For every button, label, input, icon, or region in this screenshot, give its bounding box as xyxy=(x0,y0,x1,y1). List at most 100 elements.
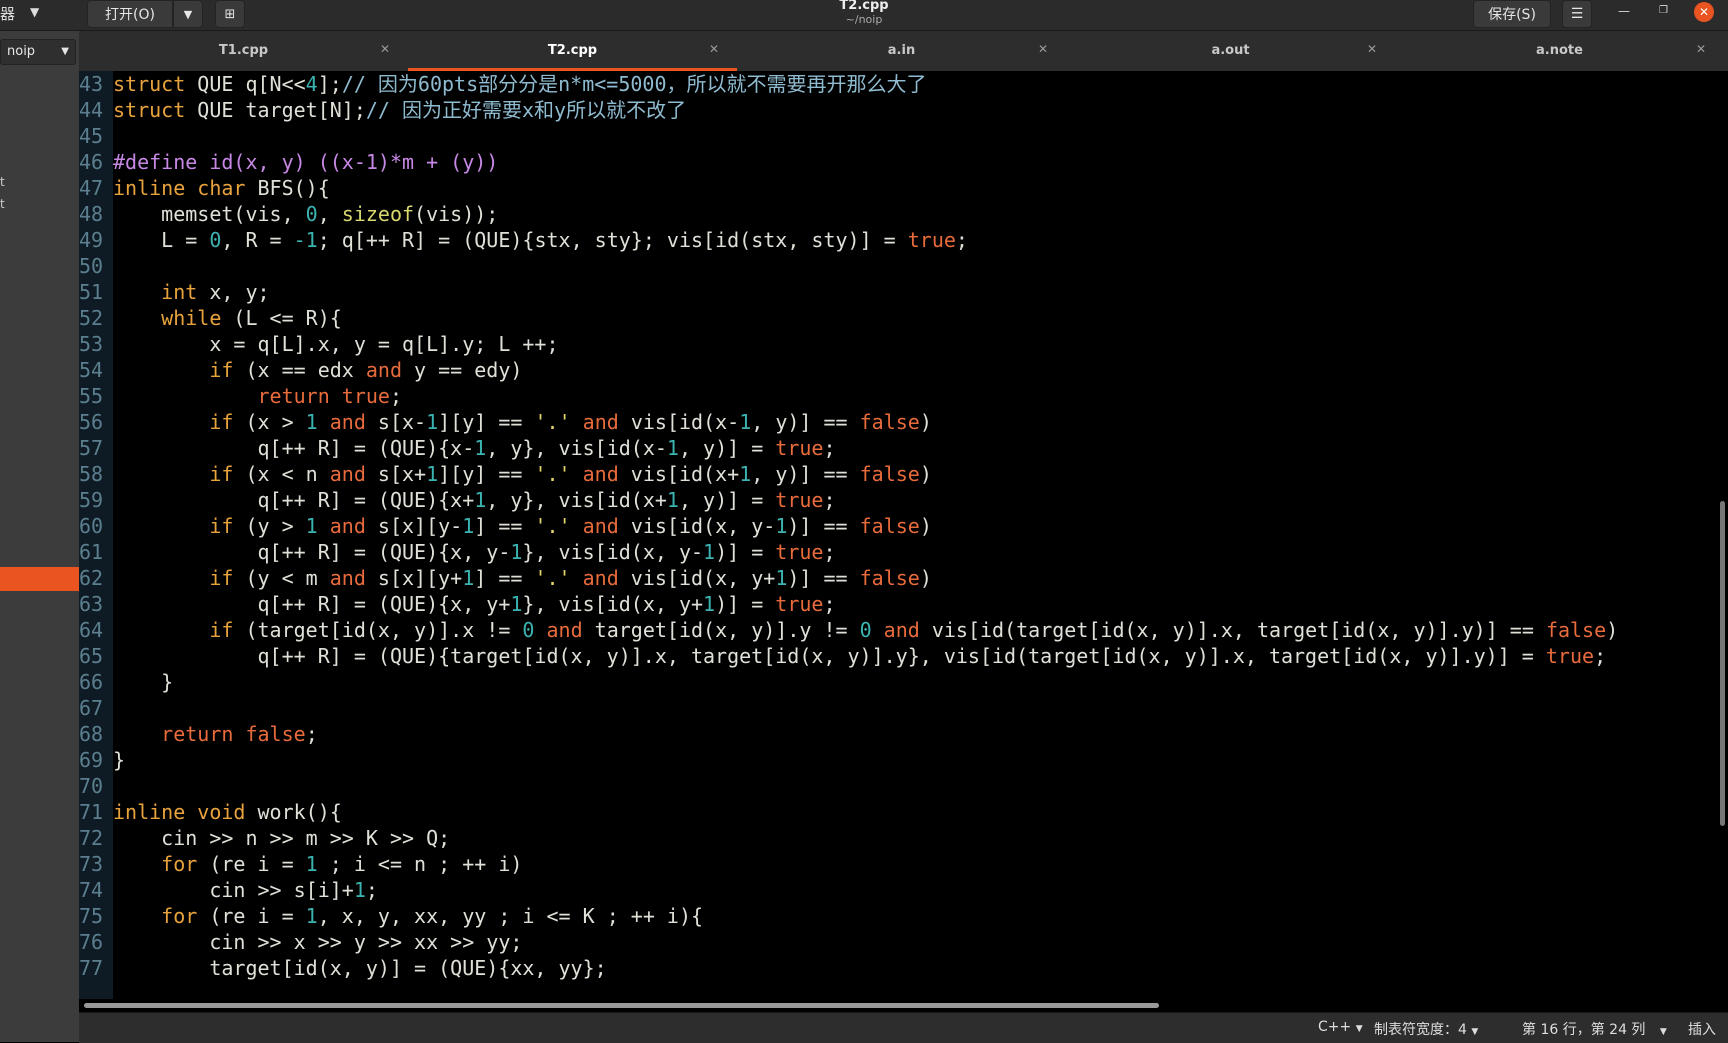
line-number: 49 xyxy=(79,228,104,252)
code-line[interactable]: 57 q[++ R] = (QUE){x-1, y}, vis[id(x-1, … xyxy=(79,435,836,461)
save-button[interactable]: 保存(S) xyxy=(1473,0,1551,28)
tab-label: T2.cpp xyxy=(547,43,598,58)
code-line[interactable]: 73 for (re i = 1 ; i <= n ; ++ i) xyxy=(79,851,522,877)
line-number: 60 xyxy=(79,514,104,538)
line-number: 66 xyxy=(79,670,104,694)
line-number: 75 xyxy=(79,904,104,928)
code-line[interactable]: 47 inline char BFS(){ xyxy=(79,175,330,201)
tab-a-note[interactable]: a.note ✕ xyxy=(1395,31,1724,71)
tab-a-out[interactable]: a.out ✕ xyxy=(1066,31,1395,71)
code-line[interactable]: 50 xyxy=(79,253,113,279)
code-line[interactable]: 66 } xyxy=(79,669,173,695)
code-line[interactable]: 54 if (x == edx and y == edy) xyxy=(79,357,522,383)
tab-t1-cpp[interactable]: T1.cpp ✕ xyxy=(79,31,408,71)
language-selector[interactable]: C++ ▼ xyxy=(1318,1019,1363,1035)
code-line[interactable]: 69} xyxy=(79,747,125,773)
line-number: 72 xyxy=(79,826,104,850)
code-line[interactable]: 70 xyxy=(79,773,113,799)
close-icon[interactable]: ✕ xyxy=(1038,42,1048,56)
tab-t2-cpp[interactable]: T2.cpp ✕ xyxy=(408,31,737,71)
code-line[interactable]: 52 while (L <= R){ xyxy=(79,305,342,331)
code-line[interactable]: 63 q[++ R] = (QUE){x, y+1}, vis[id(x, y+… xyxy=(79,591,836,617)
code-text: target[id(x, y)] = (QUE){xx, yy}; xyxy=(113,956,607,980)
side-panel-selector[interactable]: noip ▼ xyxy=(0,39,76,65)
code-line[interactable]: 51 int x, y; xyxy=(79,279,270,305)
code-text: struct QUE q[N<<4];// 因为60pts部分分是n*m<=50… xyxy=(113,72,927,96)
code-line[interactable]: 64 if (target[id(x, y)].x != 0 and targe… xyxy=(79,617,1618,643)
code-line[interactable]: 59 q[++ R] = (QUE){x+1, y}, vis[id(x+1, … xyxy=(79,487,836,513)
code-line[interactable]: 74 cin >> s[i]+1; xyxy=(79,877,378,903)
code-line[interactable]: 67 xyxy=(79,695,113,721)
insert-mode-label[interactable]: 插入 xyxy=(1688,1019,1716,1039)
code-line[interactable]: 46 #define id(x, y) ((x-1)*m + (y)) xyxy=(79,149,498,175)
code-text: } xyxy=(113,748,126,772)
code-editor[interactable]: 43 struct QUE q[N<<4];// 因为60pts部分分是n*m<=… xyxy=(79,71,1715,999)
line-number: 73 xyxy=(79,852,104,876)
close-icon[interactable]: ✕ xyxy=(1696,42,1706,56)
close-icon[interactable]: ✕ xyxy=(1367,42,1377,56)
code-text: q[++ R] = (QUE){x, y-1}, vis[id(x, y-1)]… xyxy=(113,540,836,564)
line-number: 62 xyxy=(79,566,104,590)
code-line[interactable]: 71 inline void work(){ xyxy=(79,799,342,825)
line-number: 44 xyxy=(79,98,104,122)
side-file-item[interactable]: t xyxy=(0,197,5,211)
cursor-position-label: 第 16 行，第 24 列 xyxy=(1522,1022,1646,1038)
hamburger-menu-button[interactable]: ☰ xyxy=(1562,0,1592,28)
code-line[interactable]: 55 return true; xyxy=(79,383,402,409)
status-bar: C++ ▼ 制表符宽度：4 ▼ 第 16 行，第 24 列 ▼ 插入 xyxy=(79,1012,1728,1043)
hamburger-icon: ☰ xyxy=(1570,6,1584,22)
code-text: L = 0, R = -1; q[++ R] = (QUE){stx, sty}… xyxy=(113,228,968,252)
side-file-item-selected[interactable] xyxy=(0,567,79,591)
code-text: if (x > 1 and s[x-1][y] == '.' and vis[i… xyxy=(209,410,932,434)
code-line[interactable]: 61 q[++ R] = (QUE){x, y-1}, vis[id(x, y-… xyxy=(79,539,836,565)
code-line[interactable]: 56 if (x > 1 and s[x-1][y] == '.' and vi… xyxy=(79,409,932,435)
side-file-item[interactable]: t xyxy=(0,175,5,189)
window-subtitle: ~/noip xyxy=(845,13,883,26)
window-title: T2.cpp xyxy=(839,0,889,13)
line-number: 57 xyxy=(79,436,104,460)
line-number: 52 xyxy=(79,306,104,330)
horizontal-scrollbar[interactable] xyxy=(79,999,1728,1012)
code-line[interactable]: 49 L = 0, R = -1; q[++ R] = (QUE){stx, s… xyxy=(79,227,968,253)
line-number: 71 xyxy=(79,800,104,824)
tab-bar: T1.cpp ✕ T2.cpp ✕ a.in ✕ a.out ✕ a.note … xyxy=(79,31,1728,72)
code-line[interactable]: 75 for (re i = 1, x, y, xx, yy ; i <= K … xyxy=(79,903,703,929)
code-line[interactable]: 60 if (y > 1 and s[x][y-1] == '.' and vi… xyxy=(79,513,932,539)
close-icon[interactable]: ✕ xyxy=(380,42,390,56)
line-number: 76 xyxy=(79,930,104,954)
line-number: 65 xyxy=(79,644,104,668)
tab-a-in[interactable]: a.in ✕ xyxy=(737,31,1066,71)
tab-width-selector[interactable]: 制表符宽度：4 ▼ xyxy=(1374,1019,1478,1039)
line-number: 54 xyxy=(79,358,104,382)
code-line[interactable]: 43 struct QUE q[N<<4];// 因为60pts部分分是n*m<=… xyxy=(79,71,927,97)
code-text: inline void work(){ xyxy=(113,800,342,824)
restore-icon[interactable]: ❐ xyxy=(1659,5,1668,16)
code-text: if (y > 1 and s[x][y-1] == '.' and vis[i… xyxy=(209,514,932,538)
vertical-scrollbar-thumb[interactable] xyxy=(1720,501,1725,826)
code-text: } xyxy=(113,670,174,694)
line-number: 63 xyxy=(79,592,104,616)
line-number: 53 xyxy=(79,332,104,356)
line-number: 56 xyxy=(79,410,104,434)
close-icon[interactable]: ✕ xyxy=(1694,2,1714,22)
horizontal-scrollbar-thumb[interactable] xyxy=(84,1003,1159,1008)
side-panel: noip ▼ t t xyxy=(0,31,79,1042)
code-line[interactable]: 76 cin >> x >> y >> xx >> yy; xyxy=(79,929,522,955)
code-line[interactable]: 44 struct QUE target[N];// 因为正好需要x和y所以就不改… xyxy=(79,97,686,123)
vertical-scrollbar[interactable] xyxy=(1715,71,1728,999)
code-line[interactable]: 62 if (y < m and s[x][y+1] == '.' and vi… xyxy=(79,565,932,591)
line-number: 59 xyxy=(79,488,104,512)
code-line[interactable]: 45 xyxy=(79,123,113,149)
code-line[interactable]: 68 return false; xyxy=(79,721,318,747)
code-line[interactable]: 53 x = q[L].x, y = q[L].y; L ++; xyxy=(79,331,559,357)
close-icon[interactable]: ✕ xyxy=(709,42,719,56)
code-line[interactable]: 72 cin >> n >> m >> K >> Q; xyxy=(79,825,450,851)
code-line[interactable]: 48 memset(vis, 0, sizeof(vis)); xyxy=(79,201,498,227)
code-line[interactable]: 77 target[id(x, y)] = (QUE){xx, yy}; xyxy=(79,955,607,981)
minimize-icon[interactable]: — xyxy=(1618,4,1630,18)
code-line[interactable]: 58 if (x < n and s[x+1][y] == '.' and vi… xyxy=(79,461,932,487)
line-number: 68 xyxy=(79,722,104,746)
cursor-position-selector[interactable]: 第 16 行，第 24 列 ▼ xyxy=(1522,1019,1667,1039)
code-text: q[++ R] = (QUE){target[id(x, y)].x, targ… xyxy=(113,644,1607,668)
code-line[interactable]: 65 q[++ R] = (QUE){target[id(x, y)].x, t… xyxy=(79,643,1606,669)
